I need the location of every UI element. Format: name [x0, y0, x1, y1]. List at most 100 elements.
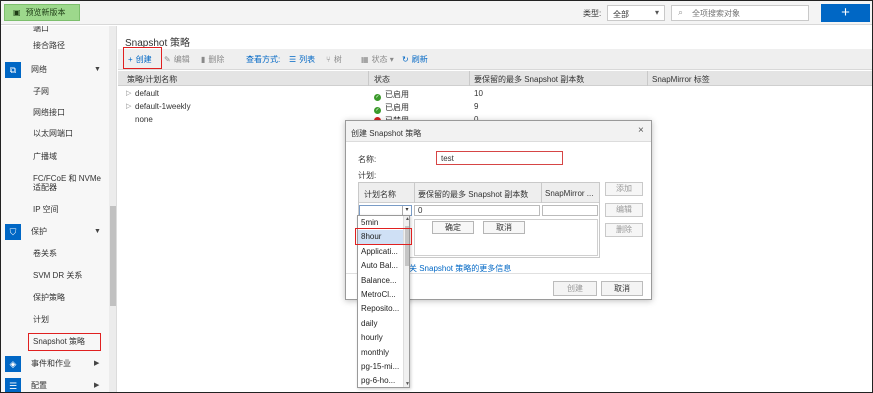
network-icon: ⧉: [5, 62, 21, 78]
check-circle-icon: ✓: [374, 107, 381, 114]
sliders-icon: ☰: [5, 378, 21, 392]
column-name[interactable]: 策略/计划名称: [127, 74, 177, 85]
table-row[interactable]: ▷ default-1weekly ✓ 已启用 9: [118, 102, 872, 114]
edit-schedule-button[interactable]: 编辑: [605, 203, 643, 217]
dropdown-option[interactable]: daily: [358, 317, 403, 331]
row-status-text: 已启用: [385, 90, 409, 99]
row-name: default-1weekly: [135, 102, 191, 111]
name-field[interactable]: [436, 151, 563, 165]
highlight-8hour: [355, 228, 412, 245]
column-snapmirror[interactable]: SnapMirror 标签: [652, 74, 710, 85]
sidebar-item-junction-path[interactable]: 接合路径: [1, 36, 109, 56]
sidebar-group-network[interactable]: ⧉ 网络 ▼: [1, 59, 109, 81]
sidebar-group-config[interactable]: ☰ 配置 ▶: [1, 375, 109, 392]
column-divider: [647, 71, 648, 86]
sidebar-item-fc-adapters[interactable]: FC/FCoE 和 NVMe 适配器: [1, 173, 101, 195]
sidebar-group-label: 保护: [31, 227, 47, 236]
column-status[interactable]: 状态: [374, 74, 390, 85]
sidebar-item-svm-dr[interactable]: SVM DR 关系: [1, 266, 109, 286]
tree-icon: ⑂: [326, 55, 331, 64]
expand-icon[interactable]: ▷: [126, 89, 131, 97]
sidebar-item-schedule[interactable]: 计划: [1, 310, 109, 330]
search-input[interactable]: [692, 7, 802, 19]
column-snapmirror-label: SnapMirror ...: [545, 189, 594, 198]
sidebar-item-ip-space[interactable]: IP 空间: [1, 200, 109, 220]
sidebar-item-protection-policy[interactable]: 保护策略: [1, 288, 109, 308]
dialog-title: 创建 Snapshot 策略: [351, 129, 422, 138]
sidebar-item-ethernet-ports[interactable]: 以太网端口: [1, 124, 109, 144]
type-select-value: 全部: [613, 10, 629, 19]
status-icon: ▦: [361, 55, 369, 64]
list-icon: ☰: [289, 55, 297, 64]
column-count[interactable]: 要保留的最多 Snapshot 副本数: [474, 74, 584, 85]
dropdown-option[interactable]: monthly: [358, 346, 403, 360]
sidebar-group-events-jobs[interactable]: ◈ 事件和作业 ▶: [1, 353, 109, 375]
preview-label: 预览新版本: [25, 8, 66, 17]
dropdown-option[interactable]: pg-15-mi...: [358, 360, 403, 374]
toolbar: + 创建 ✎ 编辑 ▮ 删除 查看方式: ☰ 列表 ⑂ 树 ▦ 状态 ▾ ↻ 刷新: [118, 49, 872, 70]
add-button[interactable]: +: [821, 4, 870, 22]
dropdown-option[interactable]: pg-6-ho...: [358, 374, 403, 387]
row-status-text: 已启用: [385, 103, 409, 112]
type-label: 类型:: [583, 9, 602, 18]
layers-icon: ◈: [5, 356, 21, 372]
ok-button[interactable]: 确定: [432, 221, 474, 234]
close-icon[interactable]: ×: [638, 125, 644, 136]
sidebar-group-label: 事件和作业: [31, 359, 71, 368]
status-menu-button[interactable]: ▦ 状态 ▾: [361, 54, 394, 65]
list-view-button[interactable]: ☰ 列表: [289, 54, 315, 65]
table-header: 策略/计划名称 状态 要保留的最多 Snapshot 副本数 SnapMirro…: [118, 71, 872, 86]
top-bar: ▣ 预览新版本 类型: 全部 ▾ ⌕ +: [1, 1, 872, 25]
chevron-right-icon: ▶: [94, 360, 100, 367]
sidebar-group-protection[interactable]: ⛉ 保护 ▼: [1, 221, 109, 243]
edit-button[interactable]: ✎ 编辑: [164, 54, 190, 65]
chevron-down-icon: ▼: [94, 228, 101, 235]
delete-button[interactable]: ▮ 删除: [201, 54, 224, 65]
scrollbar-thumb[interactable]: [110, 206, 116, 306]
row-name: none: [135, 115, 153, 124]
snapmirror-label-field[interactable]: [542, 205, 598, 216]
dropdown-option[interactable]: Auto Bal...: [358, 259, 403, 273]
edit-label: 编辑: [173, 55, 190, 64]
column-divider: [414, 183, 415, 203]
dialog-cancel-button[interactable]: 取消: [601, 281, 643, 296]
dropdown-option[interactable]: Balance...: [358, 274, 403, 288]
scroll-down-icon[interactable]: ▼: [404, 381, 409, 387]
sidebar-item-broadcast-domain[interactable]: 广播域: [1, 147, 109, 167]
search-box[interactable]: ⌕: [671, 5, 809, 21]
search-icon: ⌕: [678, 7, 684, 17]
dialog-header: 创建 Snapshot 策略 ×: [346, 121, 651, 142]
highlight-snapshot-policy: [28, 333, 101, 351]
schedule-label: 计划:: [358, 171, 377, 180]
sidebar-item-network-interface[interactable]: 网络接口: [1, 103, 109, 123]
expand-icon[interactable]: ▷: [126, 102, 131, 110]
cancel-row-button[interactable]: 取消: [483, 221, 525, 234]
refresh-button[interactable]: ↻ 刷新: [402, 54, 428, 65]
sidebar-item-volume-relations[interactable]: 卷关系: [1, 244, 109, 264]
scroll-up-icon[interactable]: ▲: [404, 216, 409, 222]
trash-icon: ▮: [201, 55, 206, 64]
sidebar-group-label: 配置: [31, 381, 47, 390]
add-schedule-button[interactable]: 添加: [605, 182, 643, 196]
list-label: 列表: [299, 55, 316, 64]
preview-new-version-button[interactable]: ▣ 预览新版本: [4, 4, 80, 21]
column-divider: [368, 71, 369, 86]
max-copies-field[interactable]: 0: [414, 205, 540, 216]
dialog-create-button[interactable]: 创建: [553, 281, 597, 296]
column-divider: [541, 183, 542, 203]
delete-schedule-button[interactable]: 删除: [605, 223, 643, 237]
chevron-down-icon[interactable]: ▾: [402, 206, 411, 215]
sidebar-scrollbar[interactable]: [109, 26, 116, 392]
column-schedule-name: 计划名称: [364, 190, 396, 199]
table-row[interactable]: ▷ default ✓ 已启用 10: [118, 89, 872, 101]
dropdown-option[interactable]: Applicati...: [358, 245, 403, 259]
tree-view-button[interactable]: ⑂ 树: [326, 54, 342, 65]
chevron-down-icon: ▼: [94, 66, 101, 73]
dropdown-option[interactable]: MetroCl...: [358, 288, 403, 302]
type-select[interactable]: 全部 ▾: [607, 5, 665, 21]
dropdown-option[interactable]: Reposito...: [358, 302, 403, 316]
dropdown-option[interactable]: hourly: [358, 331, 403, 345]
check-circle-icon: ✓: [374, 94, 381, 101]
row-status: ✓ 已启用: [374, 102, 409, 114]
sidebar-item-subnet[interactable]: 子网: [1, 82, 109, 102]
